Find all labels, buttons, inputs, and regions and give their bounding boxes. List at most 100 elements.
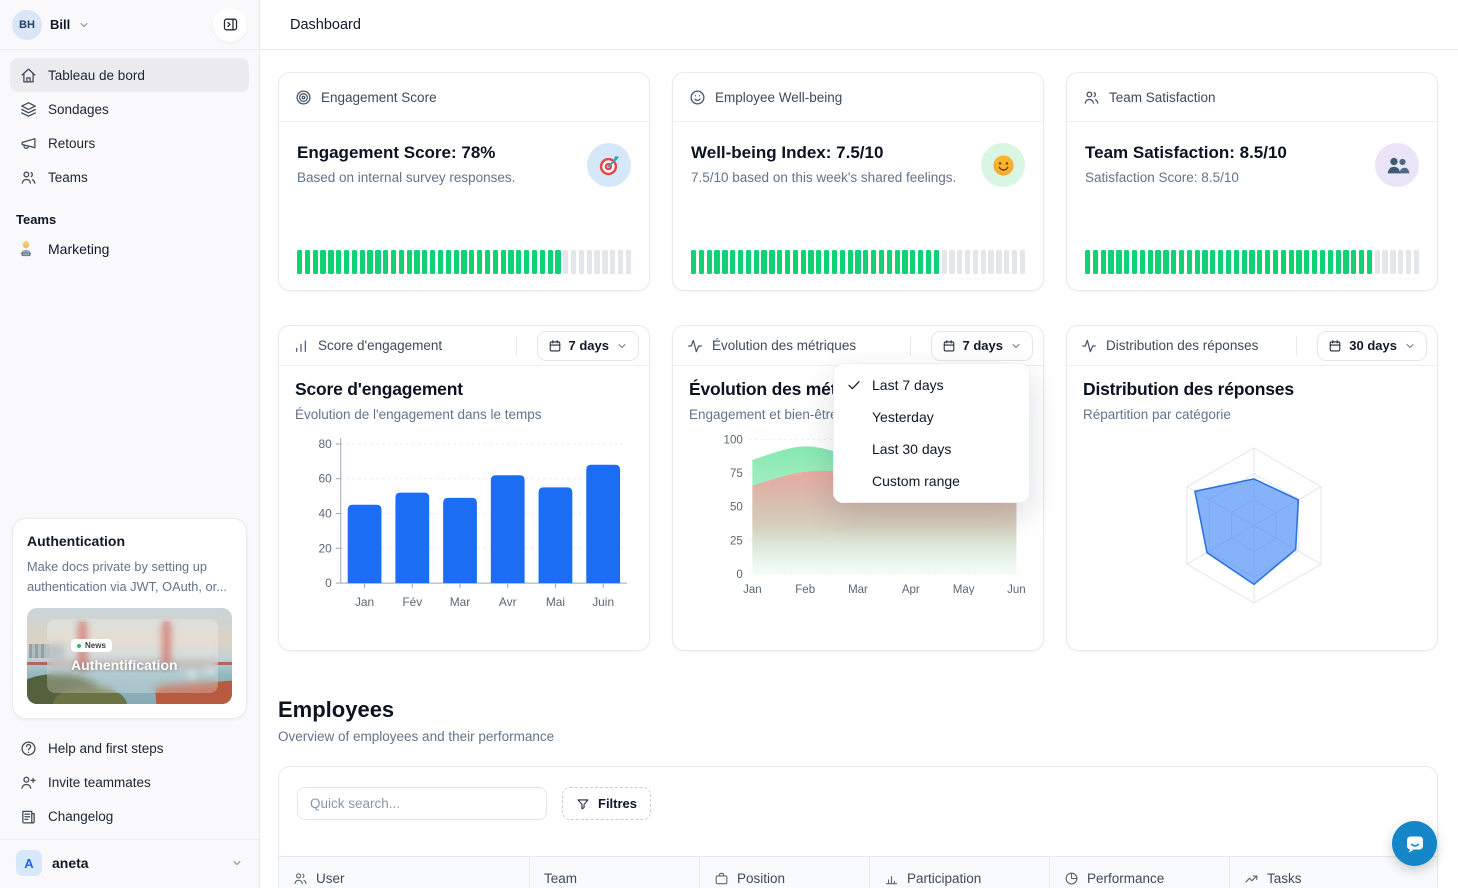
progress-segment: [887, 250, 892, 274]
progress-segment: [1343, 250, 1348, 274]
chart-card-header: Score d'engagement 7 days: [279, 326, 649, 366]
progress-bar: [691, 250, 1025, 274]
divider: [910, 336, 911, 356]
date-range-button[interactable]: 7 days: [931, 331, 1033, 361]
sidebar-item-dashboard[interactable]: Tableau de bord: [10, 58, 249, 92]
sidebar-item-help[interactable]: Help and first steps: [10, 731, 249, 765]
filters-button[interactable]: Filtres: [562, 787, 651, 820]
progress-segment: [840, 250, 845, 274]
sidebar-item-teams[interactable]: Teams: [10, 160, 249, 194]
progress-segment: [313, 250, 318, 274]
search-input[interactable]: [297, 787, 547, 820]
svg-text:Jan: Jan: [355, 595, 374, 609]
progress-segment: [754, 250, 759, 274]
progress-segment: [360, 250, 365, 274]
menu-item-label: Last 30 days: [872, 441, 951, 457]
progress-segment: [391, 250, 396, 274]
progress-segment: [1375, 250, 1380, 274]
help-icon: [20, 740, 37, 757]
progress-segment: [320, 250, 325, 274]
stat-card-header: Employee Well-being: [673, 73, 1043, 122]
progress-segment: [1359, 250, 1364, 274]
progress-segment: [555, 250, 560, 274]
pie-clock-icon: [1064, 871, 1079, 886]
svg-text:80: 80: [319, 437, 333, 451]
date-range-button[interactable]: 7 days: [537, 331, 639, 361]
chart-header-label: Évolution des métriques: [712, 338, 856, 353]
progress-segment: [1304, 250, 1309, 274]
smile-emoji-icon: [981, 143, 1025, 187]
progress-segment: [446, 250, 451, 274]
progress-segment: [1085, 250, 1090, 274]
progress-segment: [438, 250, 443, 274]
divider: [516, 336, 517, 356]
menu-item-yesterday[interactable]: Yesterday: [834, 401, 1029, 433]
sidebar-item-changelog[interactable]: Changelog: [10, 799, 249, 833]
stat-card-engagement: Engagement Score Engagement Score: 78% B…: [278, 72, 650, 291]
progress-segment: [344, 250, 349, 274]
team-item-label: Marketing: [48, 241, 109, 257]
svg-text:0: 0: [325, 576, 332, 590]
progress-segment: [1101, 250, 1106, 274]
chat-bubble-icon: [1403, 832, 1427, 856]
progress-segment: [1249, 250, 1254, 274]
account-name: aneta: [52, 855, 89, 871]
progress-segment: [477, 250, 482, 274]
funnel-icon: [576, 797, 590, 811]
menu-item-custom-range[interactable]: Custom range: [834, 465, 1029, 497]
progress-segment: [942, 250, 947, 274]
progress-segment: [981, 250, 986, 274]
progress-segment: [1155, 250, 1160, 274]
progress-segment: [848, 250, 853, 274]
progress-segment: [1218, 250, 1223, 274]
menu-item-label: Custom range: [872, 473, 960, 489]
chevron-down-icon: [1404, 340, 1416, 352]
progress-segment: [949, 250, 954, 274]
menu-item-last-30-days[interactable]: Last 30 days: [834, 433, 1029, 465]
sidebar-item-surveys[interactable]: Sondages: [10, 92, 249, 126]
progress-segment: [532, 250, 537, 274]
progress-segment: [707, 250, 712, 274]
sidebar-item-label: Teams: [48, 170, 88, 185]
chat-launcher-button[interactable]: [1392, 821, 1437, 866]
progress-segment: [730, 250, 735, 274]
stat-card-header: Team Satisfaction: [1067, 73, 1437, 122]
svg-text:Apr: Apr: [902, 584, 920, 595]
chevron-down-icon: [616, 340, 628, 352]
sidebar-item-label: Invite teammates: [48, 775, 151, 790]
progress-segment: [297, 250, 302, 274]
account-menu[interactable]: A aneta: [0, 839, 259, 888]
sidebar-item-marketing[interactable]: Marketing: [0, 231, 259, 267]
progress-segment: [988, 250, 993, 274]
workspace-name: Bill: [50, 17, 70, 32]
date-range-label: 7 days: [569, 338, 609, 353]
menu-item-last-7-days[interactable]: Last 7 days: [834, 369, 1029, 401]
progress-segment: [1273, 250, 1278, 274]
stat-value: Engagement Score: 78%: [297, 143, 515, 163]
promo-card-authentication[interactable]: Authentication Make docs private by sett…: [12, 518, 247, 719]
sidebar-item-label: Changelog: [48, 809, 113, 824]
workspace-switcher[interactable]: BH Bill: [12, 10, 90, 40]
divider: [1296, 336, 1297, 356]
progress-segment: [1320, 250, 1325, 274]
sidebar-item-invite[interactable]: Invite teammates: [10, 765, 249, 799]
progress-segment: [336, 250, 341, 274]
progress-segment: [602, 250, 607, 274]
progress-segment: [485, 250, 490, 274]
svg-text:Mar: Mar: [450, 595, 471, 609]
progress-segment: [957, 250, 962, 274]
progress-segment: [1265, 250, 1270, 274]
stat-description: Based on internal survey responses.: [297, 170, 515, 185]
calendar-icon: [548, 339, 562, 353]
newspaper-icon: [20, 808, 37, 825]
sidebar-item-feedback[interactable]: Retours: [10, 126, 249, 160]
progress-segment: [501, 250, 506, 274]
date-range-button[interactable]: 30 days: [1317, 331, 1427, 361]
svg-text:20: 20: [319, 541, 333, 555]
svg-text:Jun: Jun: [1007, 584, 1026, 595]
progress-segment: [1226, 250, 1231, 274]
people-emoji-icon: [1375, 143, 1419, 187]
stat-card-header-label: Employee Well-being: [715, 90, 842, 105]
chart-card-response-distribution: Distribution des réponses 30 days Distri…: [1066, 325, 1438, 651]
sidebar-collapse-button[interactable]: [213, 8, 247, 42]
